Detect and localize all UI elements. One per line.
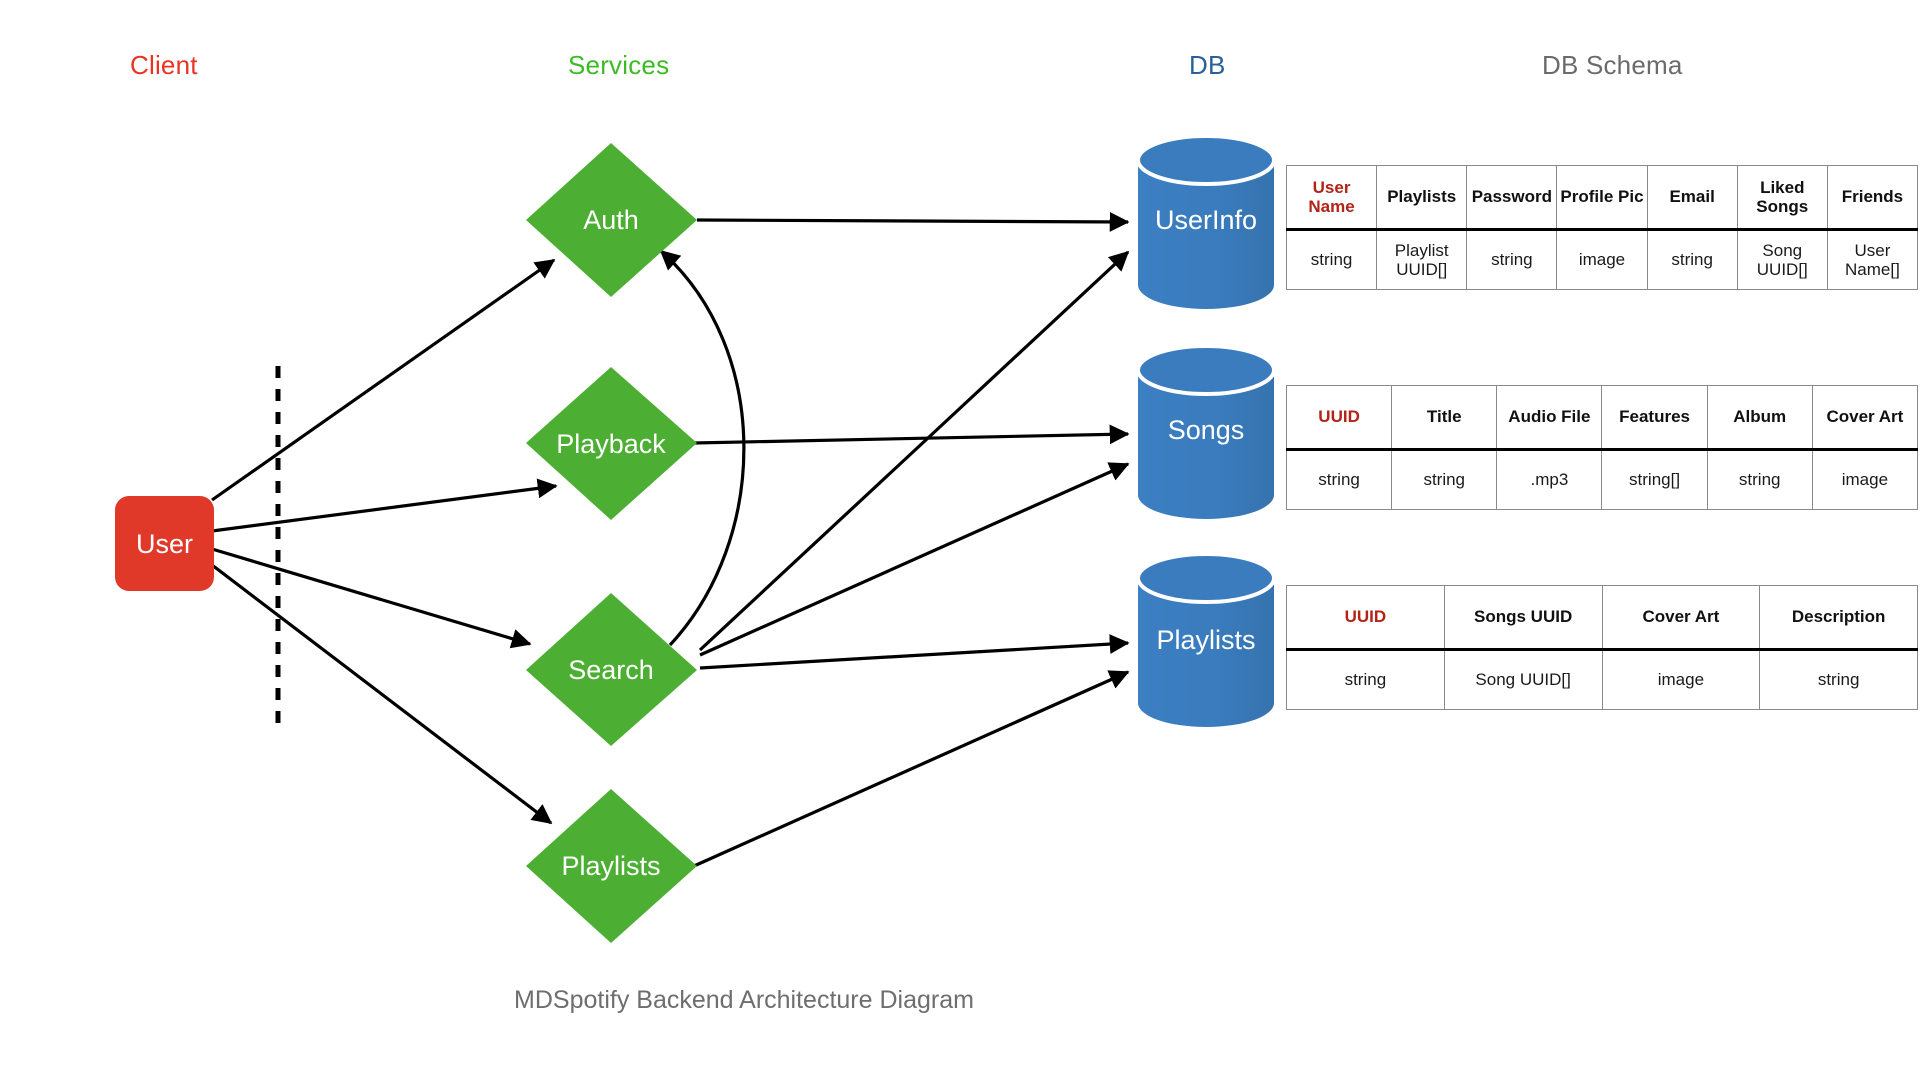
schema-data-cell: Song UUID[] xyxy=(1443,649,1603,710)
service-node-playback[interactable] xyxy=(526,367,697,520)
schema-header-cell: Features xyxy=(1601,385,1708,451)
schema-header-cell: Liked Songs xyxy=(1736,165,1828,231)
edge-user-search xyxy=(211,547,532,649)
schema-data-row: string Playlist UUID[] string image stri… xyxy=(1285,229,1919,290)
schema-data-row: string string .mp3 string[] string image xyxy=(1285,449,1919,510)
db-node-userinfo[interactable] xyxy=(1136,134,1276,309)
schema-header-cell: Cover Art xyxy=(1811,385,1919,451)
edge-search-playlistsdb xyxy=(699,634,1130,670)
schema-data-cell: image xyxy=(1811,449,1919,510)
schema-header-row: User Name Playlists Password Profile Pic… xyxy=(1285,165,1919,231)
schema-data-cell: string xyxy=(1286,649,1445,710)
schema-data-cell: User Name[] xyxy=(1826,229,1919,290)
schema-data-cell: string xyxy=(1285,449,1393,510)
schema-data-cell: string xyxy=(1285,229,1378,290)
schema-header-cell: Playlists xyxy=(1376,165,1468,231)
edge-playback-songs xyxy=(693,424,1130,445)
schema-header-cell: Songs UUID xyxy=(1443,585,1603,651)
client-user-node[interactable] xyxy=(115,496,214,591)
schema-data-cell: string xyxy=(1706,449,1813,510)
service-node-search[interactable] xyxy=(526,593,697,746)
schema-data-cell: image xyxy=(1556,229,1648,290)
schema-table-songs: UUID Title Audio File Features Album Cov… xyxy=(1285,385,1919,510)
edge-user-playback xyxy=(211,478,558,533)
schema-table-userinfo: User Name Playlists Password Profile Pic… xyxy=(1285,165,1919,290)
schema-table-playlists: UUID Songs UUID Cover Art Description st… xyxy=(1286,585,1918,710)
schema-header-cell: User Name xyxy=(1285,165,1378,231)
schema-header-cell: Description xyxy=(1759,585,1918,651)
connector-group xyxy=(211,211,1130,868)
schema-header-cell: Friends xyxy=(1826,165,1919,231)
schema-header-cell: Audio File xyxy=(1496,385,1603,451)
diagram-caption: MDSpotify Backend Architecture Diagram xyxy=(514,986,974,1014)
schema-data-cell: string xyxy=(1391,449,1498,510)
column-header-client: Client xyxy=(130,50,198,80)
schema-header-cell: Album xyxy=(1706,385,1813,451)
architecture-svg xyxy=(115,134,1276,943)
service-node-playlists[interactable] xyxy=(526,789,697,943)
schema-header-cell: Title xyxy=(1391,385,1498,451)
schema-header-cell: Password xyxy=(1466,165,1558,231)
edge-user-playlists xyxy=(211,563,553,825)
diagram-caption-wrapper: MDSpotify Backend Architecture Diagram xyxy=(0,986,1920,1015)
schema-data-cell: .mp3 xyxy=(1496,449,1603,510)
schema-header-cell: Email xyxy=(1646,165,1738,231)
column-header-services: Services xyxy=(568,50,670,80)
edge-user-auth xyxy=(211,258,556,502)
schema-data-cell: string xyxy=(1646,229,1738,290)
edge-search-userinfo xyxy=(698,250,1130,652)
edge-auth-userinfo xyxy=(696,211,1130,232)
schema-header-cell: Profile Pic xyxy=(1556,165,1648,231)
schema-header-cell: UUID xyxy=(1285,385,1393,451)
schema-header-cell: UUID xyxy=(1286,585,1445,651)
db-node-songs[interactable] xyxy=(1136,344,1276,519)
schema-header-row: UUID Title Audio File Features Album Cov… xyxy=(1285,385,1919,451)
schema-data-cell: Playlist UUID[] xyxy=(1376,229,1468,290)
schema-data-cell: string[] xyxy=(1601,449,1708,510)
schema-header-row: UUID Songs UUID Cover Art Description xyxy=(1286,585,1918,651)
service-node-auth[interactable] xyxy=(526,143,697,297)
db-nodes xyxy=(1136,134,1276,727)
schema-data-cell: Song UUID[] xyxy=(1736,229,1828,290)
schema-header-cell: Cover Art xyxy=(1601,585,1761,651)
db-node-playlists[interactable] xyxy=(1136,552,1276,727)
edge-playlists-playlistsdb xyxy=(693,670,1130,868)
schema-data-row: string Song UUID[] image string xyxy=(1286,649,1918,710)
schema-data-cell: string xyxy=(1759,649,1918,710)
column-header-db-schema: DB Schema xyxy=(1542,50,1683,80)
column-header-db: DB xyxy=(1189,50,1226,80)
diagram-canvas: Client Services DB DB Schema User Auth P… xyxy=(0,0,1920,1080)
edge-search-songs xyxy=(699,462,1130,657)
schema-data-cell: image xyxy=(1601,649,1761,710)
schema-data-cell: string xyxy=(1466,229,1558,290)
